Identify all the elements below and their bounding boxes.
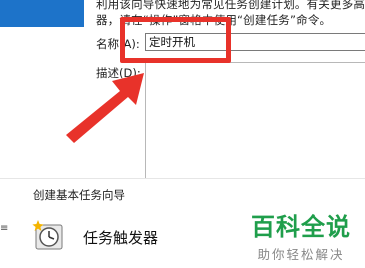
trigger-step-label[interactable]: 任务触发器	[83, 227, 158, 248]
watermark-subtitle: 助你轻松解决	[257, 247, 345, 262]
description-input[interactable]	[145, 62, 365, 178]
wizard-panel: 创建基本任务向导 ≡ 任务触发器 百科全说 助你轻松解决	[0, 179, 365, 268]
arrow-annotation	[66, 73, 144, 143]
watermark-logo: 百科全说 助你轻松解决	[247, 207, 355, 263]
watermark-title: 百科全说	[251, 213, 351, 241]
selected-step-tab[interactable]	[0, 0, 84, 27]
clock-sparkle-icon	[32, 220, 63, 250]
create-task-dialog: 利用该向导快速地为常见任务创建计划。有关更多高级 器，请在“操作”窗格中使用“创…	[0, 0, 365, 178]
side-marker: ≡	[0, 223, 9, 234]
highlight-box-annotation	[120, 17, 231, 63]
intro-text-line-1: 利用该向导快速地为常见任务创建计划。有关更多高级	[96, 0, 365, 11]
wizard-title: 创建基本任务向导	[33, 188, 125, 202]
